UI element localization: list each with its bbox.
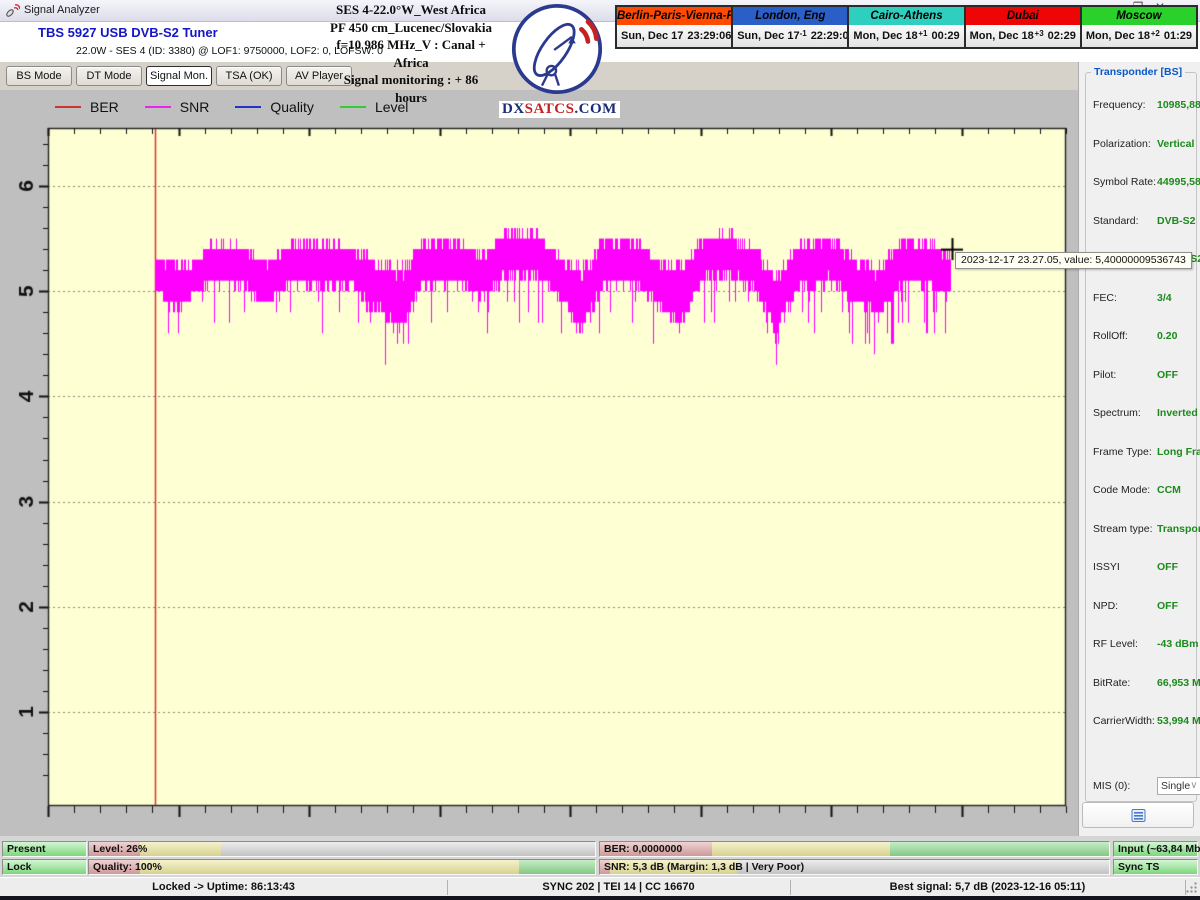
row-symbol-rate: Symbol Rate:44995,584 KS/s	[1093, 163, 1194, 202]
clock-city-label: Berlin-Paris-Vienna-Roma	[617, 7, 731, 25]
note-line: f=10 986 MHz_V : Canal + Africa	[330, 36, 492, 71]
window-title: Signal Analyzer	[24, 4, 100, 16]
logo-text: DXSATCS.COM	[499, 101, 620, 118]
window-bottom-edge	[0, 896, 1200, 900]
clock-time: 00:29	[931, 30, 959, 42]
progress-segment	[712, 842, 890, 856]
chevron-down-icon: ∨	[1190, 780, 1197, 791]
clock-moscow: Moscow Mon, Dec 18 +2 01:29	[1080, 7, 1196, 47]
tuner-title: TBS 5927 USB DVB-S2 Tuner	[38, 25, 218, 40]
clock-date: Mon, Dec 18	[1086, 30, 1150, 42]
row-mis: MIS (0): Single∨	[1093, 767, 1194, 806]
transponder-panel: Transponder [BS] Frequency:10985,889 MHz…	[1078, 62, 1200, 836]
legend-item-ber: BER	[55, 99, 119, 115]
row-npd: NPD:OFF	[1093, 587, 1194, 626]
transponder-rows: Frequency:10985,889 MHz Polarization:Ver…	[1093, 86, 1194, 805]
clock-cairo: Cairo-Athens Mon, Dec 18 +1 00:29	[847, 7, 963, 47]
row-issyi: ISSYIOFF	[1093, 548, 1194, 587]
world-clocks: Berlin-Paris-Vienna-Roma Sun, Dec 17 23:…	[615, 5, 1198, 49]
snr-line-swatch	[145, 106, 171, 108]
resize-grip[interactable]	[1185, 881, 1198, 894]
status-separator	[447, 880, 448, 895]
uptime-status: Locked -> Uptime: 86:13:43	[0, 878, 447, 897]
progress-segment	[140, 842, 221, 856]
clock-time: 23:29:06	[687, 30, 731, 42]
row-code-mode: Code Mode:CCM	[1093, 471, 1194, 510]
clock-utc-offset: -1	[800, 29, 811, 38]
row-polarization: Polarization:Vertical	[1093, 125, 1194, 164]
clock-city-label: Cairo-Athens	[849, 7, 963, 25]
clock-utc-offset: +3	[1034, 29, 1048, 38]
row-spectrum: Spectrum:Inverted	[1093, 394, 1194, 433]
legend-item-level: Level	[340, 99, 408, 115]
level-line-swatch	[340, 106, 366, 108]
status-separator	[790, 880, 791, 895]
tab-bs-mode[interactable]: BS Mode	[6, 66, 72, 86]
clock-city-label: Dubai	[966, 7, 1080, 25]
chart-legend: BER SNR Quality Level	[55, 99, 408, 115]
row-frequency: Frequency:10985,889 MHz	[1093, 86, 1194, 125]
progress-segment	[519, 860, 595, 874]
transponder-title: Transponder [BS]	[1091, 66, 1185, 78]
lock-indicator: Lock	[2, 859, 87, 875]
app-icon	[5, 3, 20, 23]
row-stream-type: Stream type:Transport	[1093, 510, 1194, 549]
clock-time: 01:29	[1164, 30, 1192, 42]
row-bitrate: BitRate:66,953 Mbit/s	[1093, 664, 1194, 703]
note-line: SES 4-22.0°W_West Africa	[330, 1, 492, 19]
dxsatcs-logo: DXSATCS.COM	[499, 3, 615, 118]
clock-time: 02:29	[1048, 30, 1076, 42]
list-icon	[1131, 809, 1146, 822]
tab-tsa[interactable]: TSA (OK)	[216, 66, 282, 86]
input-rate-indicator: Input (~63,84 Mbps)	[1113, 841, 1198, 857]
best-signal-status: Best signal: 5,7 dB (2023-12-16 05:11)	[790, 878, 1185, 897]
clock-utc-offset: +2	[1150, 29, 1164, 38]
legend-item-quality: Quality	[235, 99, 314, 115]
status-bar: Locked -> Uptime: 86:13:43 SYNC 202 | TE…	[0, 877, 1200, 896]
ts-details-button[interactable]	[1082, 802, 1194, 828]
clock-city-label: Moscow	[1082, 7, 1196, 25]
ber-line-swatch	[55, 106, 81, 108]
clock-london: London, Eng Sun, Dec 17 -1 22:29:06	[731, 7, 847, 47]
mis-dropdown[interactable]: Single∨	[1157, 777, 1200, 795]
chart-value-tooltip: 2023-12-17 23.27.05, value: 5,4000000953…	[955, 252, 1192, 269]
clock-date: Mon, Dec 18	[970, 30, 1034, 42]
present-indicator: Present	[2, 841, 87, 857]
progress-segment	[140, 860, 520, 874]
monitoring-notes: SES 4-22.0°W_West Africa PF 450 cm_Lucen…	[330, 1, 492, 106]
ber-progressbar: BER: 0,0000000	[599, 841, 1110, 857]
row-carrier-width: CarrierWidth:53,994 MHz	[1093, 702, 1194, 741]
tab-signal-mon[interactable]: Signal Mon.	[146, 66, 212, 86]
legend-item-snr: SNR	[145, 99, 210, 115]
row-standard: Standard:DVB-S2	[1093, 202, 1194, 241]
row-fec: FEC:3/4	[1093, 279, 1194, 318]
clock-utc-offset: +1	[918, 29, 932, 38]
progress-segment	[890, 842, 1109, 856]
row-rolloff: RollOff:0.20	[1093, 317, 1194, 356]
clock-berlin: Berlin-Paris-Vienna-Roma Sun, Dec 17 23:…	[617, 7, 731, 47]
satellite-dish-logo-icon	[510, 3, 604, 95]
row-pilot: Pilot:OFF	[1093, 356, 1194, 395]
sync-status: SYNC 202 | TEI 14 | CC 16670	[447, 878, 790, 897]
quality-progressbar: Quality: 100%	[88, 859, 596, 875]
clock-date: Mon, Dec 18	[853, 30, 917, 42]
sync-ts-indicator: Sync TS	[1113, 859, 1198, 875]
level-progressbar: Level: 26%	[88, 841, 596, 857]
signal-chart-panel: BER SNR Quality Level	[0, 90, 1078, 836]
tab-dt-mode[interactable]: DT Mode	[76, 66, 142, 86]
transponder-groupbox: Transponder [BS] Frequency:10985,889 MHz…	[1085, 72, 1197, 802]
clock-city-label: London, Eng	[733, 7, 847, 25]
row-frame-type: Frame Type:Long Frame	[1093, 433, 1194, 472]
row-rf-level: RF Level:-43 dBm	[1093, 625, 1194, 664]
note-line: PF 450 cm_Lucenec/Slovakia	[330, 19, 492, 37]
clock-date: Sun, Dec 17	[621, 30, 683, 42]
snr-chart-plot[interactable]	[0, 90, 1078, 836]
clock-dubai: Dubai Mon, Dec 18 +3 02:29	[964, 7, 1080, 47]
quality-line-swatch	[235, 106, 261, 108]
clock-date: Sun, Dec 17	[737, 30, 799, 42]
snr-progressbar: SNR: 5,3 dB (Margin: 1,3 dB | Very Poor)	[599, 859, 1110, 875]
